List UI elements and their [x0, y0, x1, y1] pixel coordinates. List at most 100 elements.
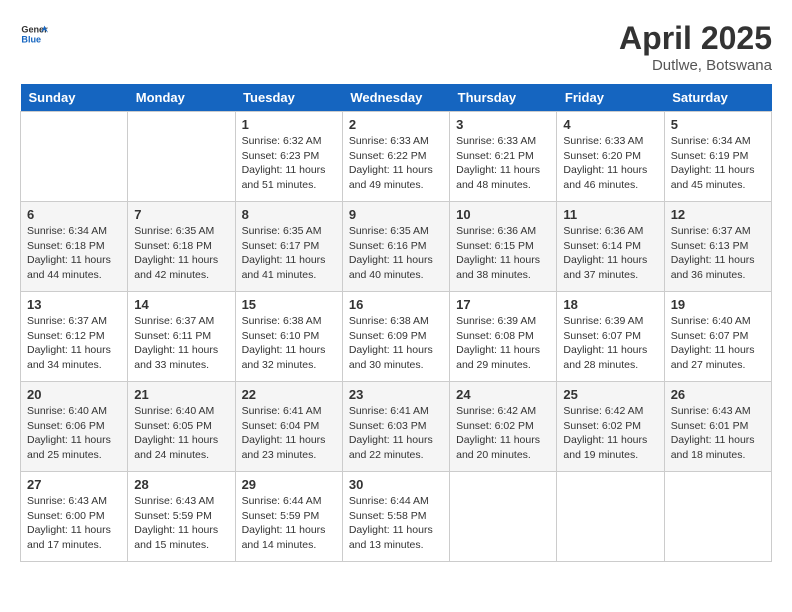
table-row: 21 Sunrise: 6:40 AMSunset: 6:05 PMDayligh…: [128, 382, 235, 472]
table-row: 25 Sunrise: 6:42 AMSunset: 6:02 PMDayligh…: [557, 382, 664, 472]
header-saturday: Saturday: [664, 84, 771, 112]
day-number: 22: [242, 387, 336, 402]
calendar-week-row: 6 Sunrise: 6:34 AMSunset: 6:18 PMDaylight…: [21, 202, 772, 292]
table-row: 15 Sunrise: 6:38 AMSunset: 6:10 PMDayligh…: [235, 292, 342, 382]
day-number: 30: [349, 477, 443, 492]
day-number: 29: [242, 477, 336, 492]
table-row: 27 Sunrise: 6:43 AMSunset: 6:00 PMDayligh…: [21, 472, 128, 562]
day-number: 20: [27, 387, 121, 402]
day-info: Sunrise: 6:43 AMSunset: 6:00 PMDaylight:…: [27, 494, 121, 553]
table-row: 29 Sunrise: 6:44 AMSunset: 5:59 PMDayligh…: [235, 472, 342, 562]
day-info: Sunrise: 6:34 AMSunset: 6:19 PMDaylight:…: [671, 134, 765, 193]
table-row: 18Sunrise: 6:39 AMSunset: 6:07 PMDayligh…: [557, 292, 664, 382]
table-row: [664, 472, 771, 562]
day-info: Sunrise: 6:44 AMSunset: 5:58 PMDaylight:…: [349, 494, 443, 553]
calendar-header-row: Sunday Monday Tuesday Wednesday Thursday…: [21, 84, 772, 112]
calendar-week-row: 20Sunrise: 6:40 AMSunset: 6:06 PMDayligh…: [21, 382, 772, 472]
table-row: [21, 112, 128, 202]
table-row: 20Sunrise: 6:40 AMSunset: 6:06 PMDayligh…: [21, 382, 128, 472]
logo: General Blue: [20, 20, 48, 48]
day-number: 5: [671, 117, 765, 132]
table-row: 14 Sunrise: 6:37 AMSunset: 6:11 PMDayligh…: [128, 292, 235, 382]
table-row: 22Sunrise: 6:41 AMSunset: 6:04 PMDayligh…: [235, 382, 342, 472]
day-number: 1: [242, 117, 336, 132]
day-info: Sunrise: 6:40 AMSunset: 6:05 PMDaylight:…: [134, 404, 228, 463]
day-number: 13: [27, 297, 121, 312]
day-info: Sunrise: 6:34 AMSunset: 6:18 PMDaylight:…: [27, 224, 121, 283]
day-number: 15: [242, 297, 336, 312]
day-info: Sunrise: 6:35 AMSunset: 6:17 PMDaylight:…: [242, 224, 336, 283]
table-row: 8 Sunrise: 6:35 AMSunset: 6:17 PMDaylight…: [235, 202, 342, 292]
title-area: April 2025 Dutlwe, Botswana: [619, 20, 772, 74]
day-info: Sunrise: 6:33 AMSunset: 6:21 PMDaylight:…: [456, 134, 550, 193]
day-info: Sunrise: 6:38 AMSunset: 6:10 PMDaylight:…: [242, 314, 336, 373]
day-info: Sunrise: 6:32 AMSunset: 6:23 PMDaylight:…: [242, 134, 336, 193]
day-info: Sunrise: 6:37 AMSunset: 6:13 PMDaylight:…: [671, 224, 765, 283]
table-row: 2 Sunrise: 6:33 AMSunset: 6:22 PMDaylight…: [342, 112, 449, 202]
day-number: 11: [563, 207, 657, 222]
day-info: Sunrise: 6:33 AMSunset: 6:22 PMDaylight:…: [349, 134, 443, 193]
day-info: Sunrise: 6:35 AMSunset: 6:16 PMDaylight:…: [349, 224, 443, 283]
table-row: 30 Sunrise: 6:44 AMSunset: 5:58 PMDayligh…: [342, 472, 449, 562]
day-number: 25: [563, 387, 657, 402]
table-row: [128, 112, 235, 202]
day-info: Sunrise: 6:43 AMSunset: 6:01 PMDaylight:…: [671, 404, 765, 463]
day-info: Sunrise: 6:36 AMSunset: 6:15 PMDaylight:…: [456, 224, 550, 283]
day-number: 27: [27, 477, 121, 492]
header-wednesday: Wednesday: [342, 84, 449, 112]
day-number: 8: [242, 207, 336, 222]
day-info: Sunrise: 6:42 AMSunset: 6:02 PMDaylight:…: [563, 404, 657, 463]
table-row: 1 Sunrise: 6:32 AMSunset: 6:23 PMDaylight…: [235, 112, 342, 202]
month-title: April 2025: [619, 20, 772, 57]
header-tuesday: Tuesday: [235, 84, 342, 112]
day-info: Sunrise: 6:35 AMSunset: 6:18 PMDaylight:…: [134, 224, 228, 283]
day-info: Sunrise: 6:42 AMSunset: 6:02 PMDaylight:…: [456, 404, 550, 463]
day-number: 17: [456, 297, 550, 312]
header-thursday: Thursday: [450, 84, 557, 112]
table-row: 6 Sunrise: 6:34 AMSunset: 6:18 PMDaylight…: [21, 202, 128, 292]
table-row: 7 Sunrise: 6:35 AMSunset: 6:18 PMDaylight…: [128, 202, 235, 292]
table-row: 5 Sunrise: 6:34 AMSunset: 6:19 PMDaylight…: [664, 112, 771, 202]
day-number: 21: [134, 387, 228, 402]
day-number: 23: [349, 387, 443, 402]
day-number: 18: [563, 297, 657, 312]
table-row: 4Sunrise: 6:33 AMSunset: 6:20 PMDaylight…: [557, 112, 664, 202]
table-row: 26 Sunrise: 6:43 AMSunset: 6:01 PMDayligh…: [664, 382, 771, 472]
table-row: 28 Sunrise: 6:43 AMSunset: 5:59 PMDayligh…: [128, 472, 235, 562]
table-row: [557, 472, 664, 562]
header-friday: Friday: [557, 84, 664, 112]
generalblue-logo-icon: General Blue: [20, 20, 48, 48]
location: Dutlwe, Botswana: [619, 57, 772, 74]
day-number: 12: [671, 207, 765, 222]
table-row: 9 Sunrise: 6:35 AMSunset: 6:16 PMDaylight…: [342, 202, 449, 292]
day-info: Sunrise: 6:37 AMSunset: 6:12 PMDaylight:…: [27, 314, 121, 373]
day-info: Sunrise: 6:40 AMSunset: 6:07 PMDaylight:…: [671, 314, 765, 373]
day-info: Sunrise: 6:44 AMSunset: 5:59 PMDaylight:…: [242, 494, 336, 553]
table-row: 10Sunrise: 6:36 AMSunset: 6:15 PMDayligh…: [450, 202, 557, 292]
day-number: 19: [671, 297, 765, 312]
day-number: 3: [456, 117, 550, 132]
calendar-table: Sunday Monday Tuesday Wednesday Thursday…: [20, 84, 772, 562]
header-monday: Monday: [128, 84, 235, 112]
day-info: Sunrise: 6:38 AMSunset: 6:09 PMDaylight:…: [349, 314, 443, 373]
day-number: 24: [456, 387, 550, 402]
svg-text:Blue: Blue: [21, 34, 41, 44]
day-info: Sunrise: 6:43 AMSunset: 5:59 PMDaylight:…: [134, 494, 228, 553]
day-number: 2: [349, 117, 443, 132]
day-number: 26: [671, 387, 765, 402]
table-row: 24 Sunrise: 6:42 AMSunset: 6:02 PMDayligh…: [450, 382, 557, 472]
table-row: 19 Sunrise: 6:40 AMSunset: 6:07 PMDayligh…: [664, 292, 771, 382]
day-number: 7: [134, 207, 228, 222]
day-number: 6: [27, 207, 121, 222]
calendar-week-row: 13 Sunrise: 6:37 AMSunset: 6:12 PMDayligh…: [21, 292, 772, 382]
table-row: 11Sunrise: 6:36 AMSunset: 6:14 PMDayligh…: [557, 202, 664, 292]
table-row: 13 Sunrise: 6:37 AMSunset: 6:12 PMDayligh…: [21, 292, 128, 382]
day-number: 9: [349, 207, 443, 222]
table-row: 17Sunrise: 6:39 AMSunset: 6:08 PMDayligh…: [450, 292, 557, 382]
header-sunday: Sunday: [21, 84, 128, 112]
day-info: Sunrise: 6:37 AMSunset: 6:11 PMDaylight:…: [134, 314, 228, 373]
day-number: 16: [349, 297, 443, 312]
day-number: 28: [134, 477, 228, 492]
day-number: 14: [134, 297, 228, 312]
table-row: 3 Sunrise: 6:33 AMSunset: 6:21 PMDaylight…: [450, 112, 557, 202]
